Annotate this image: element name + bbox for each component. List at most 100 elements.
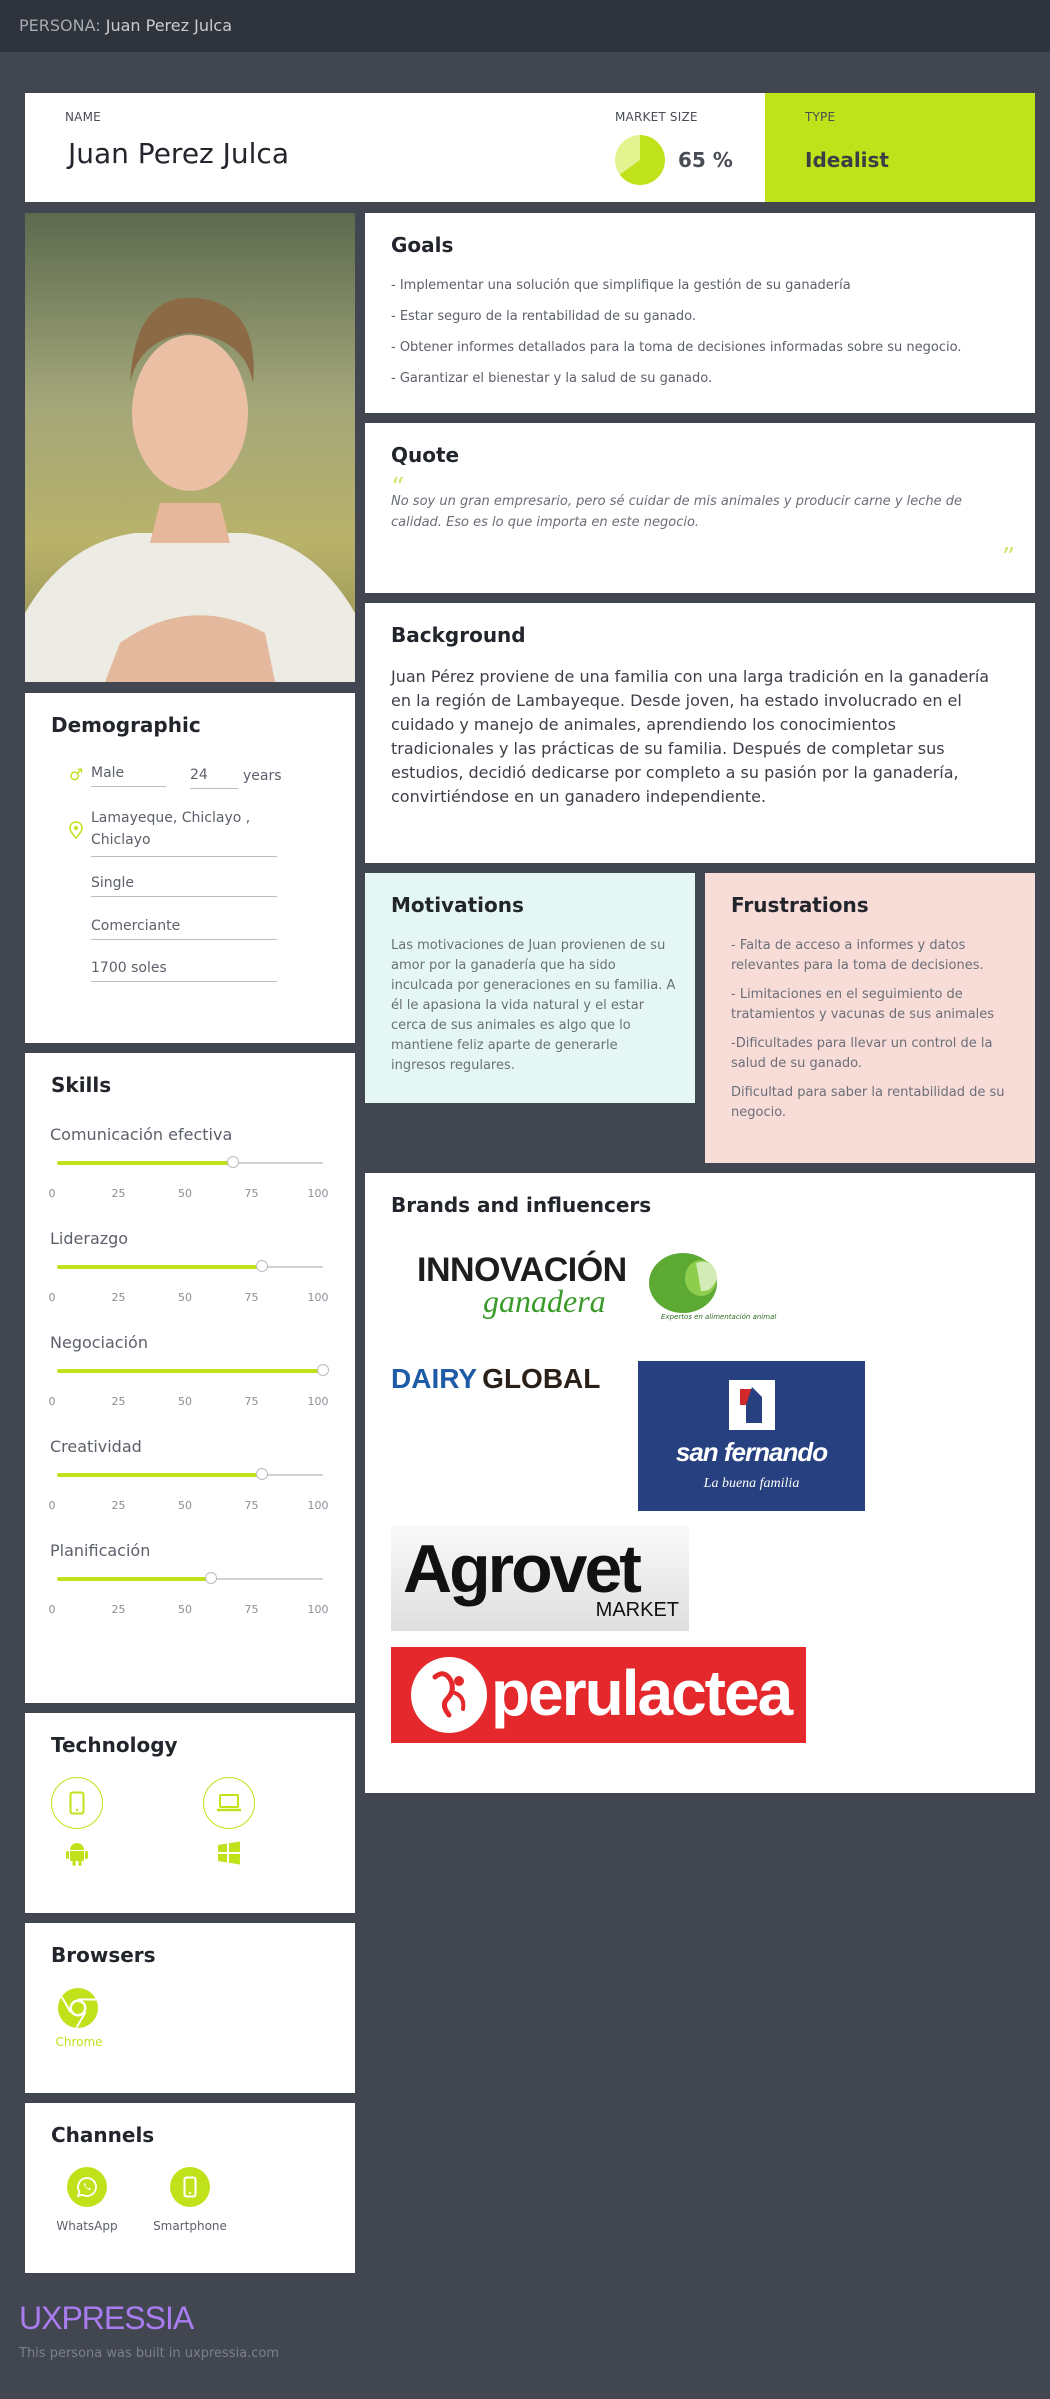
browsers-title: Browsers (51, 1943, 156, 1967)
goals-title: Goals (391, 233, 454, 257)
skill-slider-handle[interactable] (255, 1468, 268, 1480)
persona-header: NAME Juan Perez Julca MARKET SIZE 65 % T… (25, 93, 1035, 202)
technology-card: Technology (25, 1713, 355, 1913)
brand-san-fernando[interactable]: san fernando La buena familia (638, 1361, 865, 1511)
skill-tick-label: 0 (48, 1395, 56, 1408)
brand-dairy-global[interactable]: DAIRY GLOBAL (391, 1363, 626, 1413)
brand-agrovet-market[interactable]: Agrovet MARKET (391, 1525, 689, 1631)
skill-tick-label: 25 (111, 1187, 126, 1200)
cow-leaf-icon (649, 1253, 719, 1313)
age-unit: years (243, 768, 282, 784)
background-title: Background (391, 623, 526, 647)
location-field[interactable]: Lamayeque, Chiclayo , Chiclayo (91, 807, 277, 857)
brands-title: Brands and influencers (391, 1193, 652, 1217)
skill-slider-track[interactable] (57, 1364, 329, 1376)
motivations-card: Motivations Las motivaciones de Juan pro… (365, 873, 695, 1103)
skills-card: Skills Comunicación efectiva 0 25 50 75 100 Li… (25, 1053, 355, 1703)
goals-card: Goals - Implementar una solución que sim… (365, 213, 1035, 413)
whatsapp-icon[interactable] (67, 2167, 107, 2207)
brand-perulactea[interactable]: perulactea (391, 1647, 806, 1743)
age-field[interactable]: 24 (190, 767, 238, 789)
type-value: Idealist (805, 148, 889, 172)
skill-tick-label: 100 (307, 1187, 329, 1200)
skill-name: Creatividad (50, 1437, 142, 1456)
goal-item: - Implementar una solución que simplifiq… (391, 278, 851, 293)
brand-ganadera-word: ganadera (483, 1283, 606, 1319)
market-size-value: 65 % (678, 148, 733, 172)
smartphone-channel-icon[interactable] (170, 2167, 210, 2207)
skill-slider-fill (57, 1473, 262, 1477)
market-size-label: MARKET SIZE (615, 110, 698, 124)
skill-tick-label: 75 (244, 1291, 259, 1304)
brand-san-fernando-tagline: La buena familia (703, 1476, 800, 1491)
skill-tick-label: 75 (244, 1187, 259, 1200)
channels-card: Channels WhatsApp Smartphone (25, 2103, 355, 2273)
occupation-field[interactable]: Comerciante (91, 918, 277, 940)
brands-card: Brands and influencers INNOVACIÓN ganade… (365, 1173, 1035, 1793)
skill-slider-fill (57, 1369, 323, 1373)
skill-tick-label: 50 (178, 1499, 192, 1512)
skill-slider-handle[interactable] (255, 1260, 268, 1272)
brand-san-fernando-word: san fernando (675, 1437, 828, 1467)
skill-slider-fill (57, 1161, 233, 1165)
skill-tick-label: 75 (244, 1603, 259, 1616)
skill-tick-label: 25 (111, 1603, 126, 1616)
quote-card: Quote “ No soy un gran empresario, pero … (365, 423, 1035, 593)
skill-slider-track[interactable] (57, 1156, 323, 1168)
skill-tick-label: 50 (178, 1395, 192, 1408)
skill-tick-label: 50 (178, 1291, 192, 1304)
income-field[interactable]: 1700 soles (91, 960, 277, 982)
market-size-pie (615, 135, 665, 185)
skill-name: Negociación (50, 1333, 148, 1352)
demographic-title: Demographic (51, 713, 201, 737)
skill-slider-fill (57, 1265, 262, 1269)
skill-tick-label: 75 (244, 1395, 259, 1408)
skill-slider-handle[interactable] (317, 1364, 329, 1376)
windows-icon (218, 1841, 240, 1865)
motivations-title: Motivations (391, 893, 524, 917)
smartphone-icon[interactable] (51, 1777, 103, 1829)
skill-tick-label: 100 (307, 1603, 329, 1616)
smartphone-channel-label: Smartphone (153, 2219, 227, 2233)
perulactea-figure-icon (432, 1671, 466, 1718)
brand-dairy-word: DAIRY (391, 1363, 478, 1394)
skill-slider-handle[interactable] (226, 1156, 239, 1168)
brand-innovacion-ganadera[interactable]: INNOVACIÓN ganadera Expertos en alimenta… (391, 1233, 776, 1338)
frustration-item: - Falta de acceso a informes y datos rel… (731, 938, 984, 973)
san-fernando-house-icon (729, 1380, 775, 1430)
skill-slider-track[interactable] (57, 1572, 323, 1584)
skill-slider-handle[interactable] (205, 1572, 218, 1584)
laptop-icon[interactable] (203, 1777, 255, 1829)
demographic-card: Demographic ♂ Male 24 years Lamayeque, C… (25, 693, 355, 1043)
skill-slider-track[interactable] (57, 1468, 323, 1480)
persona-name[interactable]: Juan Perez Julca (68, 137, 289, 170)
persona-title: Juan Perez Julca (105, 16, 233, 35)
frustration-item: Dificultad para saber la rentabilidad de… (731, 1085, 1005, 1120)
skill-tick-label: 0 (48, 1499, 56, 1512)
gender-field[interactable]: Male (91, 765, 166, 787)
location-icon (69, 821, 83, 839)
frustrations-title: Frustrations (731, 893, 869, 917)
skill-name: Liderazgo (50, 1229, 129, 1248)
android-icon (66, 1843, 88, 1866)
browsers-card: Browsers Chrome (25, 1923, 355, 2093)
skill-tick-label: 0 (48, 1187, 56, 1200)
top-bar: PERSONA: Juan Perez Julca (0, 0, 1050, 52)
skill-slider-fill (57, 1577, 212, 1581)
person-portrait-icon (25, 297, 355, 682)
brand-global-word: GLOBAL (482, 1363, 601, 1394)
chrome-icon[interactable] (57, 1987, 99, 2029)
frustrations-card: Frustrations - Falta de acceso a informe… (705, 873, 1035, 1163)
background-card: Background Juan Pérez proviene de una fa… (365, 603, 1035, 863)
marital-status-field[interactable]: Single (91, 875, 277, 897)
skill-slider-track[interactable] (57, 1260, 323, 1272)
persona-photo (25, 213, 355, 682)
footer-brand-logo[interactable]: UXPRESSIA (19, 2300, 194, 2337)
skill-tick-label: 0 (48, 1603, 56, 1616)
brand-agrovet-word: Agrovet (403, 1531, 642, 1607)
skill-tick-label: 100 (307, 1291, 329, 1304)
skill-tick-label: 75 (244, 1499, 259, 1512)
type-panel: TYPE Idealist (765, 93, 1035, 202)
skill-tick-label: 25 (111, 1291, 126, 1304)
brand-perulactea-word: perulactea (491, 1657, 793, 1729)
